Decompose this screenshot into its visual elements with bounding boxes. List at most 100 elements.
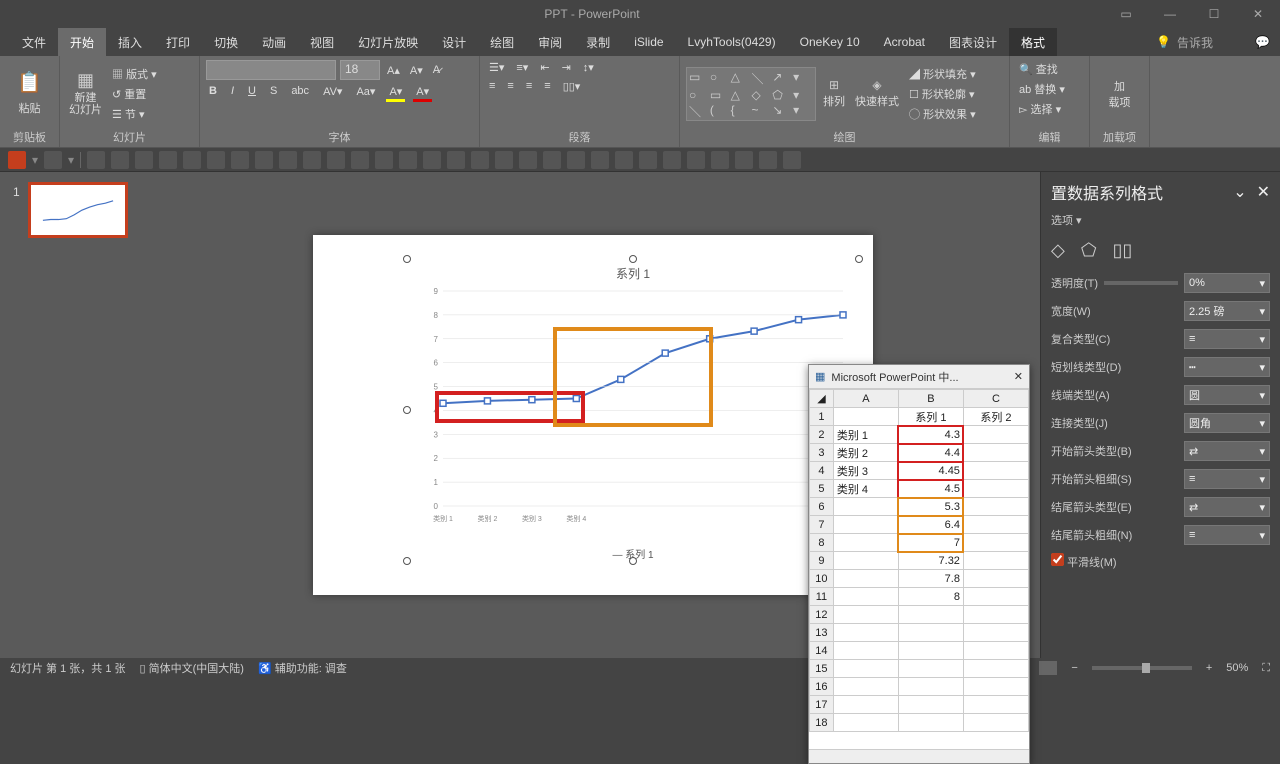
- ribbon-tab-12[interactable]: iSlide: [622, 28, 675, 56]
- end-size-select[interactable]: ≡▾: [1184, 525, 1270, 545]
- qat-item[interactable]: [255, 151, 273, 169]
- font-size-select[interactable]: 18: [340, 60, 380, 80]
- ribbon-tab-6[interactable]: 视图: [298, 28, 346, 56]
- slide-thumbnail[interactable]: [28, 182, 128, 238]
- justify-icon[interactable]: ≡: [541, 79, 553, 94]
- qat-item[interactable]: [543, 151, 561, 169]
- qat-item[interactable]: [351, 151, 369, 169]
- case-button[interactable]: Aa▾: [353, 84, 378, 102]
- arrange-button[interactable]: 排列: [820, 92, 848, 110]
- qat-item[interactable]: [44, 151, 62, 169]
- columns-icon[interactable]: ▯▯▾: [560, 79, 584, 94]
- zoom-out-icon[interactable]: −: [1071, 662, 1077, 674]
- begin-size-select[interactable]: ≡▾: [1184, 469, 1270, 489]
- ribbon-tab-15[interactable]: Acrobat: [872, 28, 937, 56]
- qat-item[interactable]: [663, 151, 681, 169]
- begin-arrow-select[interactable]: ⇄▾: [1184, 441, 1270, 461]
- join-select[interactable]: 圆角▾: [1184, 413, 1270, 433]
- line-spacing-icon[interactable]: ↕▾: [580, 60, 597, 75]
- addin-button[interactable]: 加 载项: [1106, 77, 1134, 111]
- shape-fill-button[interactable]: ◢ 形状填充 ▾: [906, 65, 979, 83]
- new-slide-button[interactable]: 新建 幻灯片: [66, 91, 105, 117]
- numbering-icon[interactable]: ≡▾: [513, 60, 531, 75]
- qat-item[interactable]: [399, 151, 417, 169]
- qat-item[interactable]: [327, 151, 345, 169]
- qat-item[interactable]: [615, 151, 633, 169]
- ribbon-tab-14[interactable]: OneKey 10: [788, 28, 872, 56]
- ribbon-tab-2[interactable]: 插入: [106, 28, 154, 56]
- shapes-gallery[interactable]: ▭○△＼↗▾ ○▭△◇⬠▾ ＼({~↘▾: [686, 67, 816, 121]
- qat-item[interactable]: [567, 151, 585, 169]
- bullets-icon[interactable]: ☰▾: [486, 60, 507, 75]
- ribbon-tab-5[interactable]: 动画: [250, 28, 298, 56]
- qat-item[interactable]: [687, 151, 705, 169]
- quickstyle-icon[interactable]: ◈: [852, 78, 902, 92]
- pane-close-icon[interactable]: ✕: [1257, 184, 1270, 201]
- ribbon-tab-13[interactable]: LvyhTools(0429): [676, 28, 788, 56]
- font-family-select[interactable]: [206, 60, 336, 80]
- size-tab-icon[interactable]: ▯▯: [1113, 240, 1133, 261]
- qat-item[interactable]: [111, 151, 129, 169]
- paste-icon[interactable]: 📋: [17, 70, 42, 95]
- qat-item[interactable]: [519, 151, 537, 169]
- chart-data-editor[interactable]: ▦ Microsoft PowerPoint 中... ✕ ◢ABC1系列 1系…: [808, 364, 1030, 764]
- ribbon-tab-3[interactable]: 打印: [154, 28, 202, 56]
- font-color-button[interactable]: A▾: [413, 84, 432, 102]
- indent-left-icon[interactable]: ⇤: [537, 60, 552, 75]
- italic-button[interactable]: I: [228, 84, 237, 102]
- highlight-button[interactable]: A▾: [386, 84, 405, 102]
- ribbon-tab-11[interactable]: 录制: [574, 28, 622, 56]
- qat-item[interactable]: [783, 151, 801, 169]
- qat-item[interactable]: [375, 151, 393, 169]
- qat-item[interactable]: [471, 151, 489, 169]
- align-right-icon[interactable]: ≡: [523, 79, 535, 94]
- qat-item[interactable]: [279, 151, 297, 169]
- width-input[interactable]: 2.25 磅▾: [1184, 301, 1270, 321]
- ribbon-tab-16[interactable]: 图表设计: [937, 28, 1009, 56]
- qat-item[interactable]: [711, 151, 729, 169]
- effects-tab-icon[interactable]: ⬠: [1081, 240, 1097, 261]
- qat-item[interactable]: [735, 151, 753, 169]
- clear-format-icon[interactable]: A̷: [430, 63, 443, 77]
- ribbon-tab-9[interactable]: 绘图: [478, 28, 526, 56]
- ribbon-tab-17[interactable]: 格式: [1009, 28, 1057, 56]
- qat-item[interactable]: [159, 151, 177, 169]
- shadow-button[interactable]: S: [267, 84, 280, 102]
- qat-item[interactable]: [135, 151, 153, 169]
- qat-item[interactable]: [303, 151, 321, 169]
- smooth-checkbox[interactable]: 平滑线(M): [1051, 553, 1117, 570]
- layout-button[interactable]: ▦ 版式 ▾: [109, 65, 160, 83]
- slideshow-view-icon[interactable]: [1039, 661, 1057, 675]
- fit-to-window-icon[interactable]: ⛶: [1262, 662, 1270, 675]
- find-button[interactable]: 🔍 查找: [1016, 60, 1083, 78]
- shape-effect-button[interactable]: ◯ 形状效果 ▾: [906, 105, 979, 123]
- grow-font-icon[interactable]: A▴: [384, 63, 403, 78]
- qat-item[interactable]: [87, 151, 105, 169]
- align-center-icon[interactable]: ≡: [504, 79, 516, 94]
- qat-item[interactable]: [207, 151, 225, 169]
- series-options-row[interactable]: 选项 ▾: [1051, 212, 1270, 228]
- qat-item[interactable]: [495, 151, 513, 169]
- reset-button[interactable]: ↺ 重置: [109, 85, 160, 103]
- qat-item[interactable]: [423, 151, 441, 169]
- maximize-icon[interactable]: ☐: [1192, 0, 1236, 28]
- data-grid[interactable]: ◢ABC1系列 1系列 22类别 14.33类别 24.44类别 34.455类…: [809, 389, 1029, 732]
- zoom-in-icon[interactable]: +: [1206, 662, 1212, 674]
- replace-button[interactable]: ab 替换 ▾: [1016, 80, 1083, 98]
- underline-button[interactable]: U: [245, 84, 259, 102]
- ribbon-tab-1[interactable]: 开始: [58, 28, 106, 56]
- zoom-slider[interactable]: [1092, 666, 1192, 670]
- pane-collapse-icon[interactable]: ⌄: [1233, 184, 1246, 201]
- close-icon[interactable]: ✕: [1236, 0, 1280, 28]
- arrange-icon[interactable]: ⊞: [820, 78, 848, 92]
- new-slide-icon[interactable]: ▦: [66, 70, 105, 91]
- fill-tab-icon[interactable]: ◇: [1051, 240, 1065, 261]
- ribbon-tab-0[interactable]: 文件: [10, 28, 58, 56]
- share-icon[interactable]: 💬: [1255, 35, 1270, 49]
- shape-outline-button[interactable]: ☐ 形状轮廓 ▾: [906, 85, 979, 103]
- ribbon-tab-10[interactable]: 审阅: [526, 28, 574, 56]
- language-indicator[interactable]: ▯ 简体中文(中国大陆): [140, 660, 244, 676]
- strike-button[interactable]: abc: [288, 84, 312, 102]
- tellme-button[interactable]: 告诉我: [1177, 34, 1213, 51]
- excel-scrollbar[interactable]: [809, 749, 1029, 763]
